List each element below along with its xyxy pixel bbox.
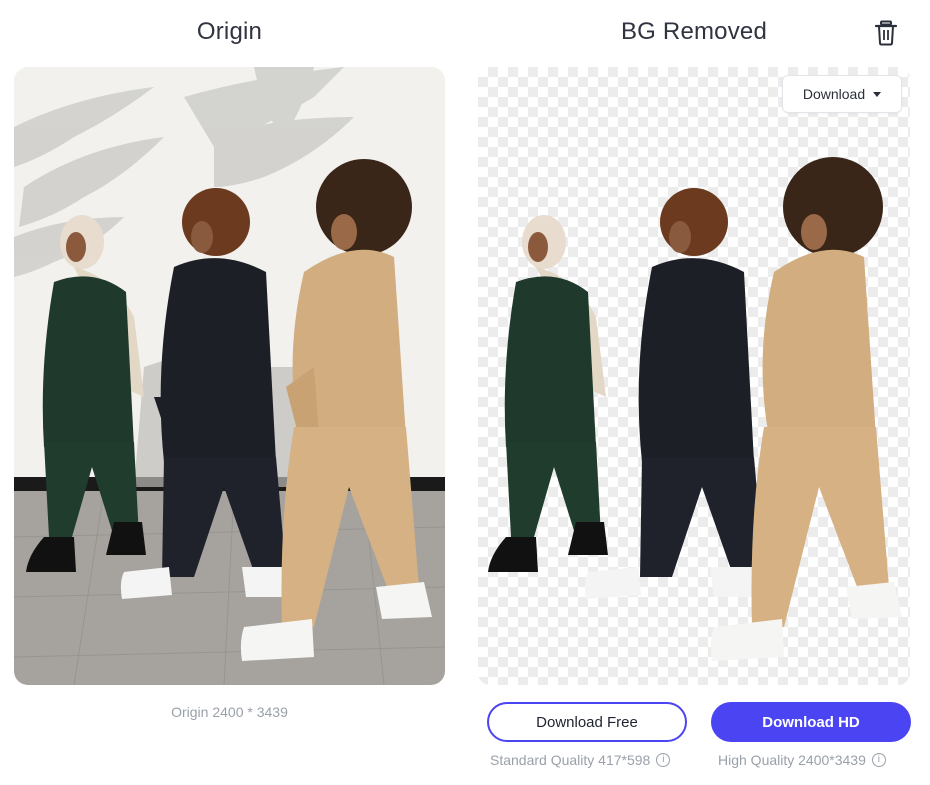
delete-button[interactable] [874,20,898,46]
info-icon[interactable]: i [871,753,886,767]
origin-image [14,67,445,685]
bg-removed-title: BG Removed [620,18,768,45]
high-quality-info: High Quality 2400*3439 i [718,752,886,768]
high-quality-label: High Quality 2400*3439 [718,752,866,768]
info-icon[interactable]: i [656,753,671,767]
download-dropdown[interactable]: Download [782,75,902,113]
bg-removed-image: Download [478,67,910,685]
download-dropdown-label: Download [802,86,866,102]
origin-dimensions: Origin 2400 * 3439 [171,704,288,720]
download-hd-button[interactable]: Download HD [711,702,911,742]
standard-quality-label: Standard Quality 417*598 [490,752,651,768]
caret-down-icon [873,91,882,97]
origin-title: Origin [196,18,263,45]
download-free-button[interactable]: Download Free [487,702,687,742]
standard-quality-info: Standard Quality 417*598 i [490,752,671,768]
trash-icon [874,20,898,46]
